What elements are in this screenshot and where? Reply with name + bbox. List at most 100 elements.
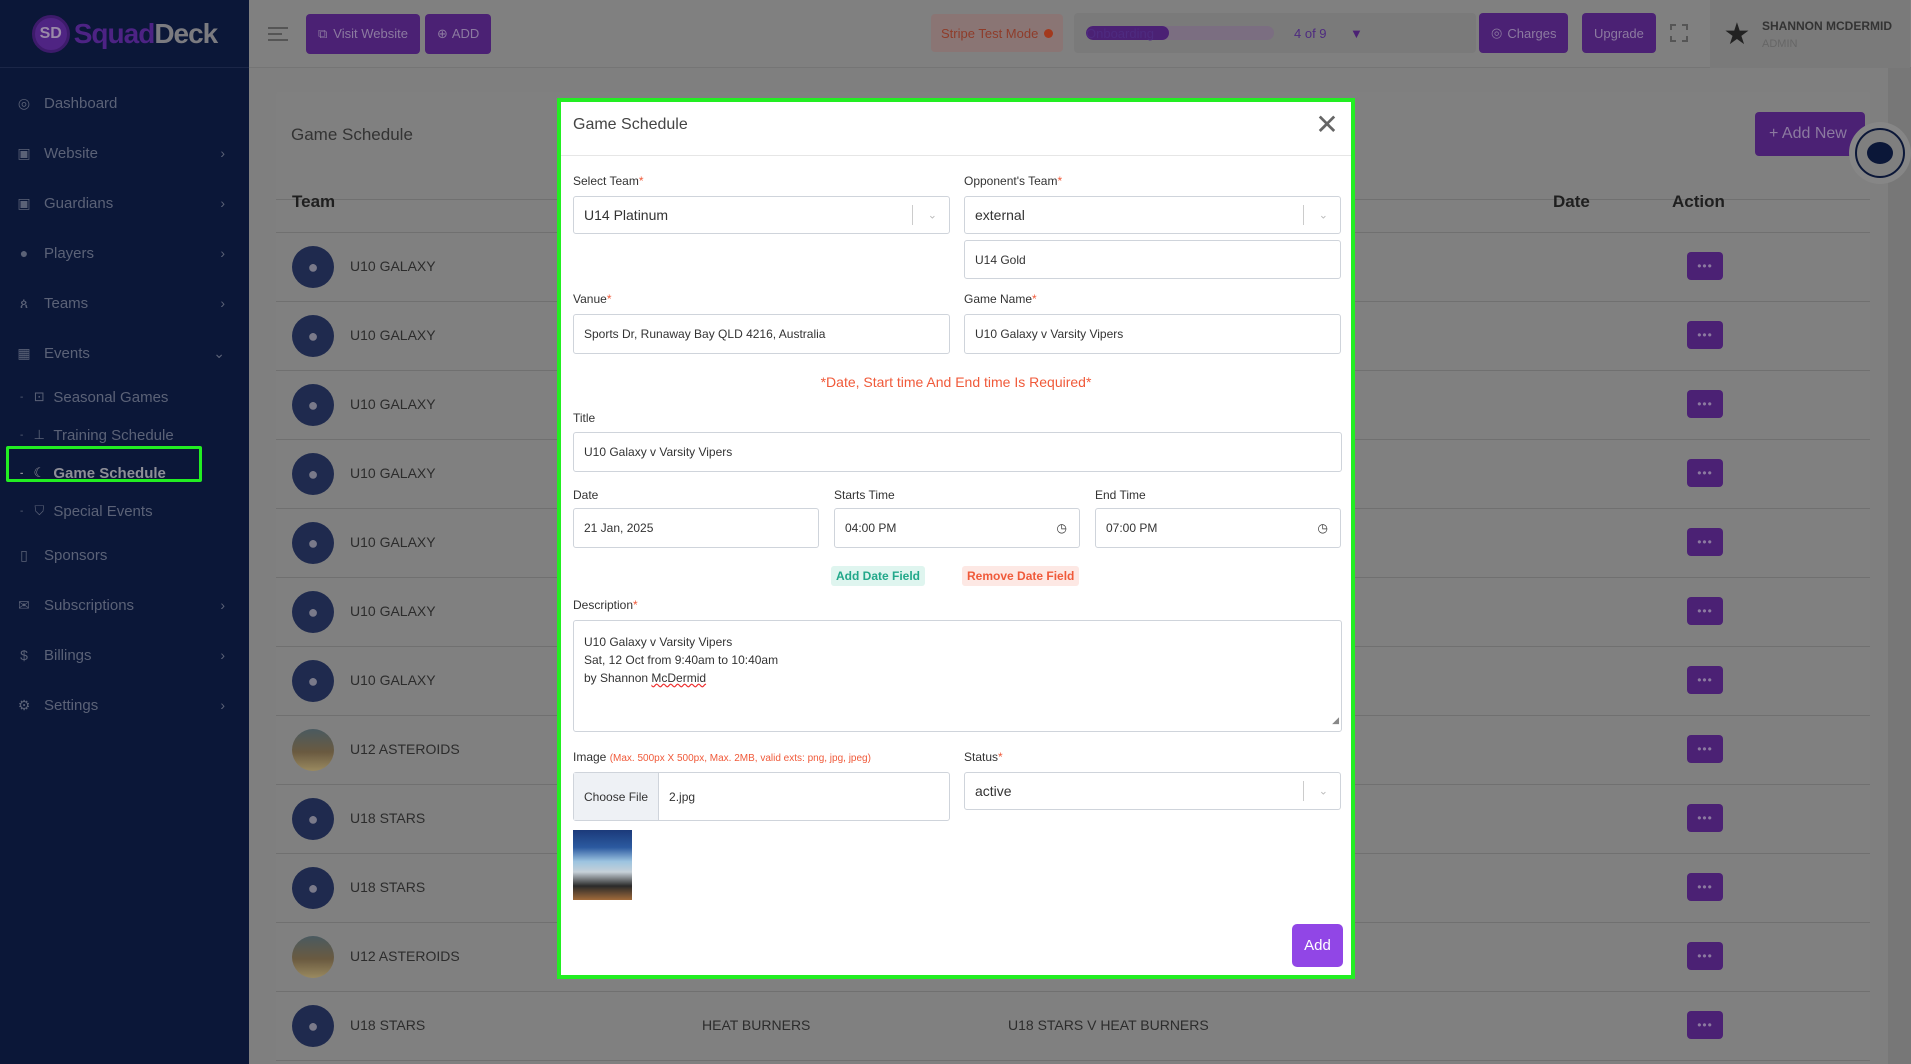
status-dot-icon xyxy=(1044,28,1054,38)
row-action-button[interactable]: ••• xyxy=(1687,252,1723,280)
chevron-right-icon: › xyxy=(220,647,225,663)
team-avatar: ● xyxy=(292,798,334,840)
page-title: Game Schedule xyxy=(291,125,413,144)
sidebar-item-label: Events xyxy=(44,344,90,362)
sidebar-nav: ◎ Dashboard ▣ Website › ▣ Guardians › ● Player… xyxy=(0,68,249,730)
chevron-down-icon: ⌄ xyxy=(1318,785,1328,798)
status-dropdown[interactable]: active ⌄ xyxy=(964,772,1341,810)
resize-handle-icon[interactable]: ◢ xyxy=(1332,711,1339,729)
clock-icon[interactable]: ◷ xyxy=(1057,521,1067,535)
row-action-button[interactable]: ••• xyxy=(1687,1011,1723,1039)
add-date-field-button[interactable]: Add Date Field xyxy=(831,566,926,586)
team-name: U10 GALAXY xyxy=(350,534,436,550)
sidebar-item-subscriptions[interactable]: ✉ Subscriptions › xyxy=(0,580,249,630)
sidebar-item-settings[interactable]: ⚙ Settings › xyxy=(0,680,249,730)
venue-label: Vanue* xyxy=(573,292,612,306)
add-button[interactable]: ⊕ ADD xyxy=(424,13,492,54)
sidebar-item-guardians[interactable]: ▣ Guardians › xyxy=(0,178,249,228)
sidebar-item-label: Training Schedule xyxy=(53,426,174,444)
remove-date-field-button[interactable]: Remove Date Field xyxy=(962,566,1080,586)
team-group-icon: ● xyxy=(307,808,319,829)
venue-input[interactable]: Sports Dr, Runaway Bay QLD 4216, Austral… xyxy=(573,314,950,354)
opponent-name: HEAT BURNERS xyxy=(702,1017,811,1033)
row-action-button[interactable]: ••• xyxy=(1687,321,1723,349)
close-icon[interactable]: ✕ xyxy=(1313,111,1341,140)
gamepad-icon: ⊡ xyxy=(33,389,45,404)
row-action-button[interactable]: ••• xyxy=(1687,528,1723,556)
chat-icon[interactable] xyxy=(1855,128,1905,178)
date-input[interactable]: 21 Jan, 2025 xyxy=(573,508,819,548)
coins-icon: $ xyxy=(20,647,28,663)
sidebar-item-label: Game Schedule xyxy=(53,464,166,482)
sidebar-item-billings[interactable]: $ Billings › xyxy=(0,630,249,680)
sidebar-item-label: Players xyxy=(44,244,95,262)
add-new-button[interactable]: + Add New xyxy=(1755,112,1865,156)
hamburger-menu-icon[interactable] xyxy=(268,26,288,41)
game-name-input[interactable]: U10 Galaxy v Varsity Vipers xyxy=(964,314,1341,354)
image-hint: (Max. 500px X 500px, Max. 2MB, valid ext… xyxy=(609,753,871,764)
select-team-label: Select Team* xyxy=(573,174,644,188)
onboarding-label: Onboarding xyxy=(1086,25,1154,41)
row-action-button[interactable]: ••• xyxy=(1687,597,1723,625)
game-schedule-modal: Game Schedule ✕ Select Team* U14 Platinu… xyxy=(557,98,1355,979)
logo[interactable]: SD SquadDeck xyxy=(0,0,249,68)
team-avatar: ● xyxy=(292,453,334,495)
row-action-button[interactable]: ••• xyxy=(1687,666,1723,694)
stripe-test-mode-badge[interactable]: Stripe Test Mode xyxy=(931,14,1064,52)
end-time-input[interactable]: 07:00 PM ◷ xyxy=(1095,508,1341,548)
user-menu[interactable]: ★ SHANNON MCDERMID ADMIN xyxy=(1710,0,1910,68)
visit-website-button[interactable]: ⧉ Visit Website xyxy=(306,13,420,54)
fullscreen-icon[interactable] xyxy=(1670,24,1688,42)
team-name: U12 ASTEROIDS xyxy=(350,741,460,757)
row-action-button[interactable]: ••• xyxy=(1687,390,1723,418)
row-action-button[interactable]: ••• xyxy=(1687,459,1723,487)
user-role: ADMIN xyxy=(1762,37,1798,50)
select-team-dropdown[interactable]: U14 Platinum ⌄ xyxy=(573,196,950,234)
choose-file-button[interactable]: Choose File xyxy=(574,773,660,820)
sidebar-item-dashboard[interactable]: ◎ Dashboard xyxy=(0,78,249,128)
sidebar-item-events[interactable]: ▦ Events ⌄ xyxy=(0,328,249,378)
user-icon: ● xyxy=(19,245,29,261)
user-name: SHANNON MCDERMID xyxy=(1762,18,1892,33)
opponent-name-input[interactable]: U14 Gold xyxy=(964,240,1341,279)
team-group-icon: ● xyxy=(307,325,319,346)
team-avatar: ● xyxy=(292,522,334,564)
sidebar-item-website[interactable]: ▣ Website › xyxy=(0,128,249,178)
sidebar-item-label: Sponsors xyxy=(44,546,108,564)
row-action-button[interactable]: ••• xyxy=(1687,942,1723,970)
start-time-input[interactable]: 04:00 PM ◷ xyxy=(834,508,1080,548)
sidebar-subitem-game-schedule[interactable]: - ☾ Game Schedule xyxy=(0,454,249,492)
image-file-input[interactable]: Choose File 2.jpg xyxy=(573,772,950,821)
chevron-right-icon: › xyxy=(220,145,225,161)
opponent-team-label: Opponent's Team* xyxy=(964,174,1063,188)
row-action-button[interactable]: ••• xyxy=(1687,735,1723,763)
sidebar-subitem-seasonal-games[interactable]: - ⊡ Seasonal Games xyxy=(0,378,249,416)
upgrade-button[interactable]: Upgrade xyxy=(1582,13,1656,53)
mail-icon: ✉ xyxy=(18,596,30,613)
charges-button[interactable]: ◎ Charges xyxy=(1479,13,1569,53)
sidebar-item-teams[interactable]: ጰ Teams › xyxy=(0,278,249,328)
chevron-down-icon: ⌄ xyxy=(927,209,937,222)
opponent-team-dropdown[interactable]: external ⌄ xyxy=(964,196,1341,234)
clock-icon[interactable]: ◷ xyxy=(1318,521,1328,535)
logo-mark-icon: SD xyxy=(31,14,70,53)
sidebar-subitem-special-events[interactable]: - ⛉ Special Events xyxy=(0,492,249,530)
row-action-button[interactable]: ••• xyxy=(1687,804,1723,832)
image-label: Image (Max. 500px X 500px, Max. 2MB, val… xyxy=(573,750,871,764)
sidebar-item-sponsors[interactable]: ▯ Sponsors xyxy=(0,530,249,580)
team-avatar: ● xyxy=(292,384,334,426)
caret-down-icon[interactable]: ▼ xyxy=(1350,26,1363,41)
sidebar-item-players[interactable]: ● Players › xyxy=(0,228,249,278)
description-textarea[interactable]: U10 Galaxy v Varsity Vipers Sat, 12 Oct … xyxy=(573,620,1342,732)
title-input[interactable]: U10 Galaxy v Varsity Vipers xyxy=(573,432,1342,472)
gear-icon: ⚙ xyxy=(17,696,31,713)
scrollbar[interactable] xyxy=(1888,68,1911,1064)
row-action-button[interactable]: ••• xyxy=(1687,873,1723,901)
game-name: U18 STARS V HEAT BURNERS xyxy=(1008,1017,1209,1033)
game-icon: ☾ xyxy=(33,465,46,480)
team-group-icon: ● xyxy=(307,670,319,691)
sidebar-subitem-training-schedule[interactable]: - ⊥ Training Schedule xyxy=(0,416,249,454)
sidebar-item-label: Dashboard xyxy=(44,94,118,112)
onboarding-progress[interactable]: Onboarding 4 of 9 ▼ xyxy=(1074,13,1476,53)
add-submit-button[interactable]: Add xyxy=(1292,924,1343,967)
